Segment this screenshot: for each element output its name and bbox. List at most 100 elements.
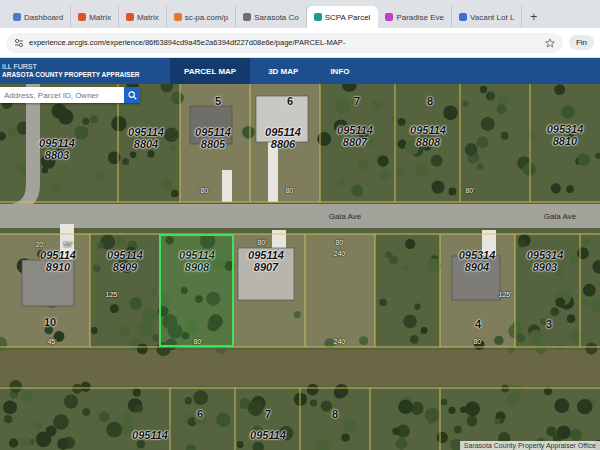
dimension-label: 80' — [257, 239, 266, 246]
nav-item[interactable]: INFO — [316, 58, 363, 84]
tree — [169, 144, 176, 151]
tree — [98, 243, 104, 249]
parcel-suffix: 8804 — [134, 139, 158, 151]
parcel-label: 0951148910 — [40, 250, 76, 273]
parcel-line — [0, 202, 600, 203]
parcel-label: 0951148909 — [107, 250, 143, 273]
address-row: experience.arcgis.com/experience/86f6389… — [0, 28, 600, 58]
lot-number: 5 — [215, 95, 221, 107]
tree — [160, 84, 173, 92]
tree — [486, 91, 495, 100]
browser-tab[interactable]: sc-pa.com/p — [167, 6, 237, 28]
parcel-label: 095114 — [250, 430, 286, 442]
site-info-icon[interactable] — [14, 38, 24, 48]
tree — [465, 401, 480, 416]
parcel-label: 0951148805 — [195, 127, 231, 150]
tree — [402, 265, 408, 271]
tree — [430, 179, 446, 195]
parcel-label: 0953148903 — [527, 250, 564, 273]
tree — [120, 326, 131, 337]
tree — [334, 384, 348, 398]
address-bar[interactable]: experience.arcgis.com/experience/86f6389… — [6, 33, 563, 53]
tree — [391, 116, 397, 122]
tree — [379, 299, 387, 307]
tree — [570, 429, 582, 441]
tree — [160, 178, 173, 191]
dimension-label: 80' — [473, 338, 482, 345]
selected-parcel[interactable] — [160, 235, 233, 346]
parcel-line — [170, 388, 171, 450]
tree — [51, 183, 60, 192]
drainage-strip — [0, 350, 600, 386]
driveway — [272, 230, 286, 250]
parcel-line — [305, 234, 306, 347]
tree — [477, 163, 484, 170]
tab-label: Sarasota Co — [254, 13, 298, 22]
tree — [585, 343, 597, 355]
tree — [583, 284, 596, 297]
search-input[interactable]: Address, Parcel ID, Owner — [0, 87, 124, 103]
search-button[interactable] — [124, 87, 140, 103]
tree — [494, 336, 504, 346]
new-tab-button[interactable]: + — [522, 6, 545, 28]
tree — [377, 155, 388, 166]
app-header: ILL FURSTARASOTA COUNTY PROPERTY APPRAIS… — [0, 58, 600, 84]
tree — [337, 178, 345, 186]
parcel-label: 095114 — [132, 430, 168, 442]
parcel-suffix: 8808 — [416, 137, 440, 149]
tree — [122, 158, 129, 165]
tree — [358, 160, 368, 170]
dimension-label: 125' — [105, 291, 118, 298]
tree — [494, 418, 500, 424]
lot-number: 7 — [354, 95, 360, 107]
find-button[interactable]: Fin — [569, 35, 594, 50]
aerial-map[interactable] — [0, 84, 600, 450]
favicon-icon — [13, 13, 21, 21]
tree — [185, 397, 192, 404]
tree — [0, 337, 7, 351]
parcel-prefix: 095114 — [250, 430, 286, 442]
tree — [171, 92, 184, 105]
parcel-prefix: 095114 — [248, 250, 284, 262]
tree — [216, 413, 230, 427]
search-icon — [128, 91, 137, 100]
tree — [518, 234, 531, 247]
browser-tab[interactable]: Matrix — [71, 6, 119, 28]
tab-label: SCPA Parcel — [325, 13, 371, 22]
parcel-label: 0953148904 — [459, 250, 496, 273]
favicon-icon — [126, 13, 134, 21]
search-box: Address, Parcel ID, Owner — [0, 87, 140, 103]
tree — [501, 385, 509, 393]
browser-tab[interactable]: Matrix — [119, 6, 167, 28]
browser-tab[interactable]: Vacant Lot L — [452, 6, 522, 28]
browser-tab[interactable]: Paradise Eve — [378, 6, 452, 28]
parcel-map[interactable]: 0951148803095114880409511488050951148806… — [0, 84, 600, 450]
tree — [137, 343, 148, 354]
star-icon[interactable] — [545, 38, 555, 48]
tree — [129, 297, 142, 310]
tree — [595, 153, 600, 159]
tree — [581, 299, 589, 307]
tree — [577, 399, 592, 414]
tree — [425, 408, 440, 423]
dimension-label: 50' — [63, 241, 72, 248]
tree — [566, 185, 574, 193]
cleared-lot — [305, 234, 375, 347]
dimension-label: 125' — [498, 291, 511, 298]
tree — [133, 388, 141, 396]
dimension-label: 80' — [465, 187, 474, 194]
browser-tab[interactable]: Dashboard — [6, 6, 71, 28]
lot-number: 6 — [287, 95, 293, 107]
tree — [122, 411, 132, 421]
nav-item[interactable]: PARCEL MAP — [170, 58, 250, 84]
house — [452, 256, 500, 300]
tree — [242, 126, 255, 139]
tree — [557, 425, 571, 439]
nav-item[interactable]: 3D MAP — [254, 58, 312, 84]
tree — [569, 330, 583, 344]
browser-tab[interactable]: SCPA Parcel — [307, 6, 379, 28]
tree — [53, 414, 68, 429]
browser-tab[interactable]: Sarasota Co — [236, 6, 306, 28]
tree — [36, 431, 52, 447]
tree — [497, 94, 508, 105]
